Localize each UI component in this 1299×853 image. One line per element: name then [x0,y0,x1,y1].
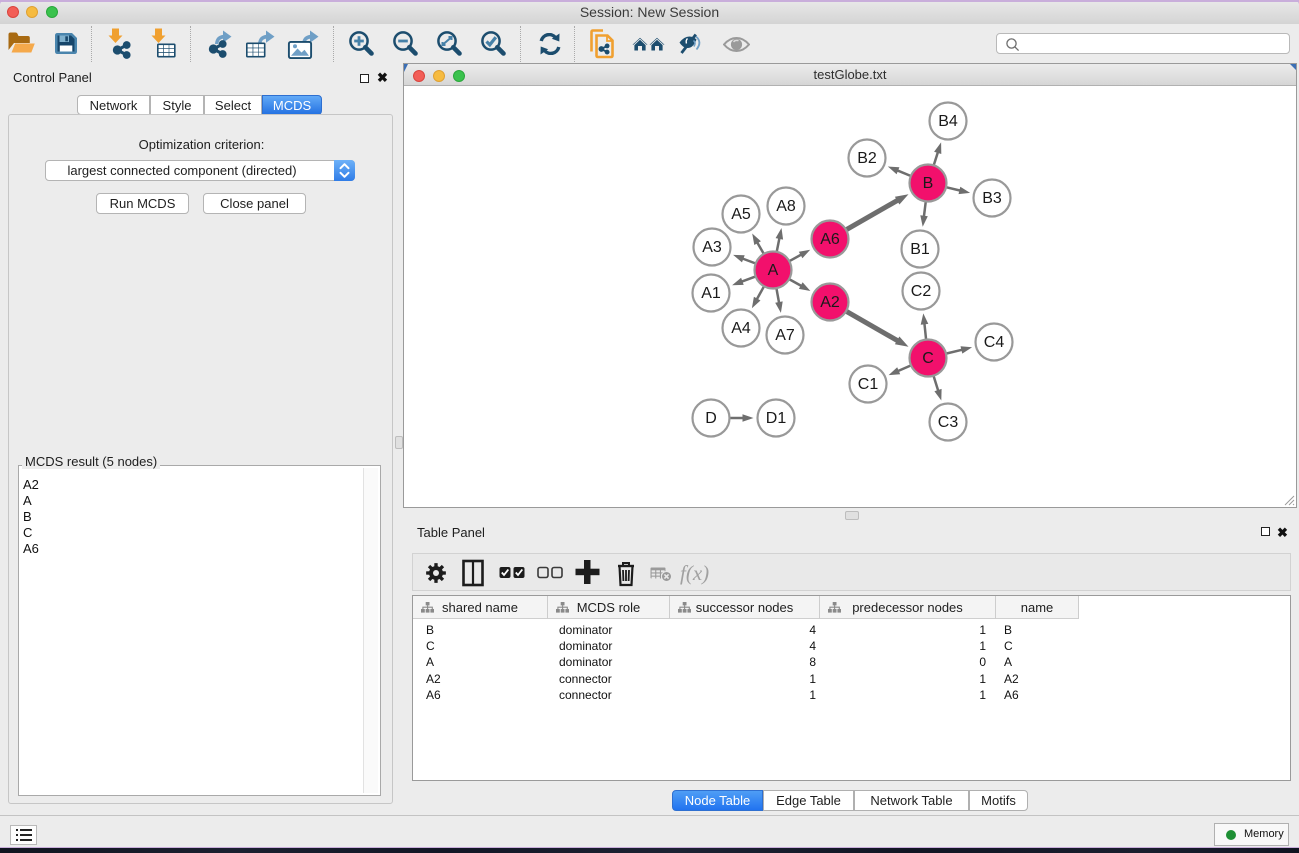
svg-text:B1: B1 [910,241,930,258]
svg-text:B4: B4 [938,113,958,130]
svg-text:C: C [922,350,934,367]
svg-text:f(x): f(x) [680,561,709,585]
svg-text:B2: B2 [857,150,877,167]
svg-text:A3: A3 [702,239,722,256]
svg-text:A1: A1 [701,285,721,302]
svg-text:A: A [768,262,779,279]
svg-text:B3: B3 [982,190,1002,207]
svg-text:D1: D1 [766,410,787,427]
svg-text:C2: C2 [911,283,932,300]
svg-text:C4: C4 [984,334,1005,351]
svg-text:A6: A6 [820,231,840,248]
svg-text:D: D [705,410,717,427]
svg-text:A4: A4 [731,320,751,337]
svg-text:A2: A2 [820,294,840,311]
svg-text:C1: C1 [858,376,879,393]
svg-text:B: B [923,175,934,192]
svg-text:A5: A5 [731,206,751,223]
svg-text:A7: A7 [775,327,795,344]
svg-text:A8: A8 [776,198,796,215]
svg-text:C3: C3 [938,414,959,431]
